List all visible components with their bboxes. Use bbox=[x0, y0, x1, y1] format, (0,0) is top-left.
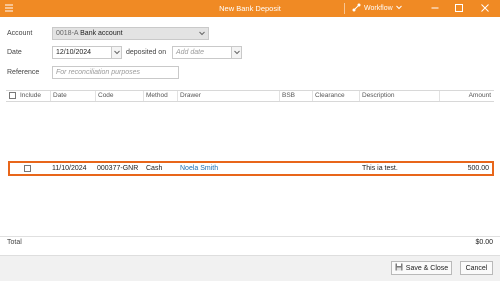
column-date[interactable]: Date bbox=[50, 91, 95, 101]
row-include-checkbox[interactable] bbox=[24, 165, 31, 172]
cancel-button[interactable]: Cancel bbox=[460, 261, 493, 275]
date-dropdown-button[interactable] bbox=[111, 47, 121, 58]
reference-label: Reference bbox=[7, 69, 40, 76]
reference-input[interactable]: For reconciliation purposes bbox=[52, 66, 179, 79]
workflow-button[interactable]: Workflow bbox=[352, 3, 402, 14]
column-amount[interactable]: Amount bbox=[439, 91, 494, 101]
row-description: This ia test. bbox=[362, 165, 398, 172]
close-button[interactable] bbox=[478, 2, 492, 14]
select-all-checkbox[interactable] bbox=[9, 92, 16, 99]
account-select[interactable]: 0018-A Bank account bbox=[52, 27, 209, 40]
maximize-button[interactable] bbox=[452, 2, 466, 14]
account-name: Bank account bbox=[80, 30, 123, 37]
footer-bar: Save & Close Cancel bbox=[0, 255, 500, 281]
title-bar: New Bank Deposit Workflow bbox=[0, 0, 500, 17]
total-value: $0.00 bbox=[475, 239, 493, 246]
column-description[interactable]: Description bbox=[359, 91, 439, 101]
total-divider bbox=[0, 236, 500, 237]
table-row[interactable]: 11/10/2024 000377-GNR Cash Noela Smith T… bbox=[8, 161, 494, 176]
deposited-on-field[interactable]: Add date bbox=[172, 46, 242, 59]
row-date: 11/10/2024 bbox=[52, 165, 87, 172]
chevron-down-icon bbox=[395, 5, 402, 12]
column-drawer[interactable]: Drawer bbox=[177, 91, 279, 101]
workflow-label: Workflow bbox=[364, 5, 393, 12]
column-include-label: Include bbox=[20, 92, 41, 99]
save-close-button[interactable]: Save & Close bbox=[391, 261, 452, 275]
account-label: Account bbox=[7, 30, 33, 37]
row-code: 000377-GNR bbox=[97, 165, 139, 172]
column-code[interactable]: Code bbox=[95, 91, 143, 101]
row-method: Cash bbox=[146, 165, 163, 172]
row-drawer-link[interactable]: Noela Smith bbox=[180, 165, 218, 172]
date-value: 12/10/2024 bbox=[56, 49, 92, 56]
column-clearance[interactable]: Clearance bbox=[312, 91, 359, 101]
title-divider bbox=[344, 3, 345, 14]
deposited-on-dropdown-button[interactable] bbox=[231, 47, 241, 58]
total-label: Total bbox=[7, 239, 22, 246]
row-amount: 500.00 bbox=[467, 165, 489, 172]
column-include[interactable]: Include bbox=[6, 91, 50, 101]
date-label: Date bbox=[7, 49, 22, 56]
save-close-label: Save & Close bbox=[405, 264, 449, 272]
window-title: New Bank Deposit bbox=[219, 4, 281, 13]
reference-placeholder: For reconciliation purposes bbox=[56, 69, 141, 76]
minimize-button[interactable] bbox=[428, 2, 442, 14]
save-icon bbox=[395, 263, 403, 273]
column-method[interactable]: Method bbox=[143, 91, 177, 101]
date-field[interactable]: 12/10/2024 bbox=[52, 46, 122, 59]
account-code: 0018-A bbox=[56, 30, 79, 37]
workflow-icon bbox=[352, 3, 361, 14]
chevron-down-icon bbox=[199, 28, 205, 39]
deposited-on-label: deposited on bbox=[126, 49, 167, 56]
column-bsb[interactable]: BSB bbox=[279, 91, 312, 101]
grid-header: Include Date Code Method Drawer BSB Clea… bbox=[6, 90, 494, 102]
deposited-on-placeholder: Add date bbox=[176, 49, 205, 56]
